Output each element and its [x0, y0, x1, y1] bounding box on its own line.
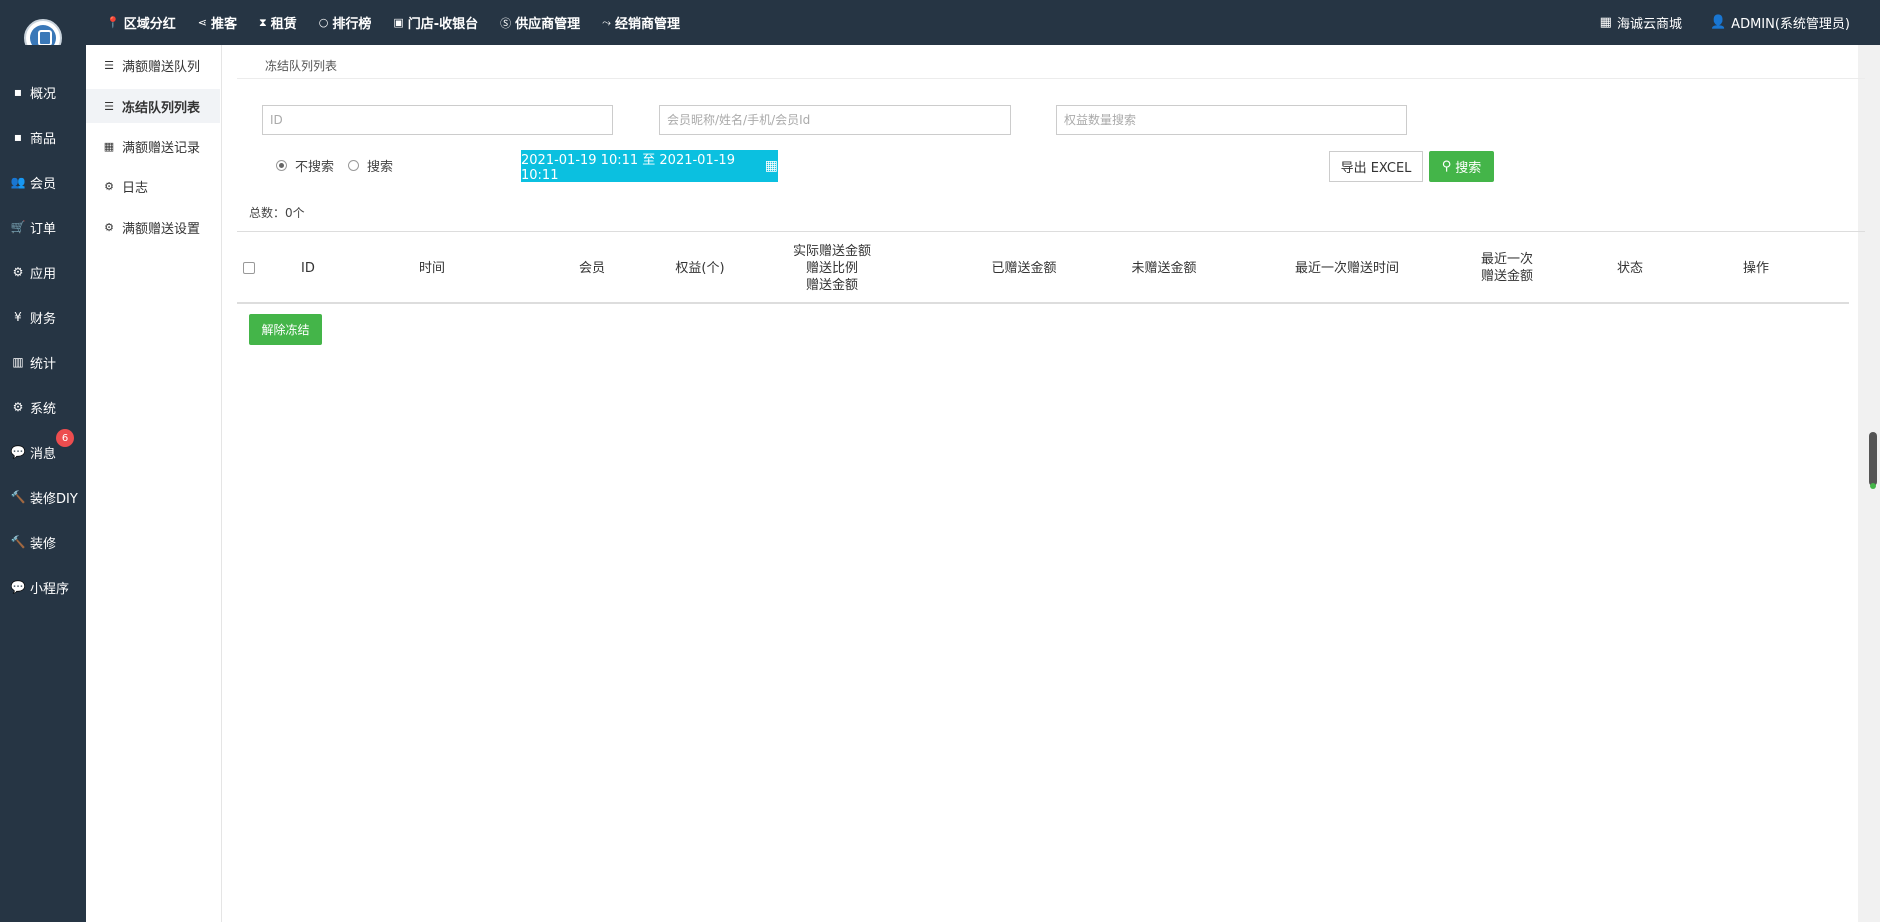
message-icon: 💬 [10, 445, 26, 459]
cashier-icon: ▣ [393, 16, 404, 29]
sidebar-item-stats[interactable]: ▥ 统计 [0, 347, 86, 377]
th-actions: 操作 [1742, 260, 1769, 276]
unfreeze-button[interactable]: 解除冻结 [249, 314, 322, 345]
divider [237, 78, 1865, 79]
radio-no-search-label: 不搜索 [295, 160, 335, 175]
th-ungifted-amount: 未赠送金额 [1131, 260, 1197, 276]
submenu-item-full-gift-queue[interactable]: ☰ 满额赠送队列 [86, 48, 220, 82]
topnav-item-3[interactable]: ○ 排行榜 [319, 13, 372, 32]
th-id: ID [301, 260, 315, 276]
sidebar-item-decor-diy[interactable]: 🔨 装修DIY [0, 482, 86, 512]
top-nav: 📍 区域分红 ⋖ 推客 ⧗ 租赁 ○ 排行榜 ▣ 门店-收银台 Ⓢ 供应商管理 ⤳ 经销商管理 [106, 0, 702, 45]
hammer-icon: 🔨 [10, 535, 26, 549]
th-member: 会员 [578, 260, 605, 276]
th-time: 时间 [418, 260, 445, 276]
main-content: 冻结队列列表 不搜索 搜索 2021-01-19 10:11 至 2021-01… [222, 45, 1865, 922]
sidebar-item-overview[interactable]: ▪ 概况 [0, 77, 86, 107]
dashboard-grid-icon: ▦ [1599, 15, 1612, 30]
sidebar-item-messages[interactable]: 💬 消息 6 [0, 429, 86, 467]
submenu-item-gift-settings[interactable]: ⚙ 满额赠送设置 [86, 210, 220, 244]
goods-icon: ▪ [13, 130, 23, 144]
sidebar-item-goods[interactable]: ▪ 商品 [0, 122, 86, 152]
topnav-item-2[interactable]: ⧗ 租赁 [258, 13, 297, 33]
pin-icon: 📍 [106, 16, 120, 29]
table-header: ID 时间 会员 权益(个) 实际赠送金额 赠送比例 赠送金额 已赠送金额 未赠… [237, 232, 1849, 304]
sidebar-item-finance[interactable]: ¥ 财务 [0, 302, 86, 332]
equity-search-input[interactable] [1056, 105, 1407, 135]
topnav-item-4[interactable]: ▣ 门店-收银台 [393, 13, 478, 32]
radio-no-search[interactable] [276, 160, 287, 171]
page-scrollbar[interactable] [1867, 45, 1880, 922]
skype-icon: Ⓢ [500, 16, 512, 30]
message-count-badge: 6 [56, 429, 74, 447]
sidebar-item-orders[interactable]: 🛒 订单 [0, 212, 86, 242]
database-icon: ☰ [104, 58, 114, 72]
top-navbar: 📍 区域分红 ⋖ 推客 ⧗ 租赁 ○ 排行榜 ▣ 门店-收银台 Ⓢ 供应商管理 ⤳ 经销商管理… [0, 0, 1880, 57]
submenu-item-gift-records[interactable]: ▦ 满额赠送记录 [86, 129, 220, 163]
cogs-icon: ⚙ [12, 400, 24, 414]
sidebar-item-apps[interactable]: ⚙ 应用 [0, 257, 86, 287]
apps-icon: ⚙ [12, 265, 24, 279]
main-sidebar: ▪ 概况 ▪ 商品 👥 会员 🛒 订单 ⚙ 应用 ¥ 财务 ▥ 统计 ⚙ 系统 💬 消息 6 🔨 装修… [0, 45, 86, 922]
chart-icon: ▥ [12, 355, 24, 369]
id-search-input[interactable] [262, 105, 613, 135]
sidebar-item-members[interactable]: 👥 会员 [0, 167, 86, 197]
submenu-item-log[interactable]: ⚙ 日志 [86, 169, 220, 203]
store-link[interactable]: ▦ 海诚云商城 [1600, 13, 1682, 32]
hammer-icon: 🔨 [10, 490, 26, 504]
cart-icon: 🛒 [10, 220, 26, 234]
sidebar-item-decor[interactable]: 🔨 装修 [0, 527, 86, 557]
top-right-menu: ▦ 海诚云商城 👤 ADMIN(系统管理员) [1572, 0, 1850, 45]
calendar-icon: ▦ [764, 158, 778, 174]
topnav-item-6[interactable]: ⤳ 经销商管理 [602, 13, 680, 33]
cogs-icon: ⚙ [104, 220, 114, 234]
breadcrumb: 冻结队列列表 [265, 59, 338, 73]
select-all-checkbox[interactable] [243, 262, 255, 274]
topnav-item-5[interactable]: Ⓢ 供应商管理 [500, 13, 580, 33]
cogs-icon: ⚙ [104, 179, 114, 193]
user-menu[interactable]: 👤 ADMIN(系统管理员) [1710, 13, 1850, 32]
th-gifted-amount: 已赠送金额 [991, 260, 1057, 276]
topnav-item-1[interactable]: ⋖ 推客 [198, 13, 237, 32]
th-status: 状态 [1616, 260, 1643, 276]
search-icon: ⚲ [1441, 159, 1452, 174]
th-equity: 权益(个) [675, 260, 725, 276]
search-button[interactable]: ⚲ 搜索 [1429, 151, 1494, 182]
scrollbar-indicator [1870, 483, 1876, 489]
scrollbar-thumb[interactable] [1869, 432, 1877, 486]
dashboard-icon: ▪ [13, 85, 23, 99]
export-excel-button[interactable]: 导出 EXCEL [1329, 151, 1423, 182]
database-icon: ☰ [104, 99, 114, 113]
th-last-gift-amount: 最近一次 赠送金额 [1480, 252, 1533, 284]
time-search-radio-group: 不搜索 搜索 [276, 156, 407, 175]
sidebar-item-system[interactable]: ⚙ 系统 [0, 392, 86, 422]
calendar-icon: ▦ [103, 139, 115, 153]
wechat-icon: 💬 [10, 580, 26, 594]
radio-search[interactable] [348, 160, 360, 171]
users-icon: 👥 [10, 175, 26, 189]
handshake-icon: ⤳ [602, 15, 611, 29]
sub-menu: ☰ 满额赠送队列 ☰ 冻结队列列表 ▦ 满额赠送记录 ⚙ 日志 ⚙ 满额赠送设置 [86, 45, 222, 922]
hourglass-icon: ⧗ [258, 15, 267, 29]
user-icon: 👤 [1709, 15, 1727, 30]
yen-icon: ¥ [14, 310, 22, 324]
total-count: 总数：0个 [249, 206, 305, 220]
select-all-cell [237, 232, 261, 304]
sidebar-item-miniprogram[interactable]: 💬 小程序 [0, 572, 86, 602]
date-range-picker[interactable]: 2021-01-19 10:11 至 2021-01-19 10:11 ▦ [521, 150, 778, 183]
submenu-item-frozen-queue[interactable]: ☰ 冻结队列列表 [86, 89, 220, 123]
share-icon: ⋖ [197, 16, 207, 29]
radio-search-label: 搜索 [367, 160, 394, 175]
member-search-input[interactable] [659, 105, 1011, 135]
th-last-gift-time: 最近一次赠送时间 [1294, 260, 1399, 276]
th-actual-gift-amount: 实际赠送金额 赠送比例 赠送金额 [792, 243, 871, 293]
topnav-item-0[interactable]: 📍 区域分红 [106, 13, 176, 32]
circle-icon: ○ [318, 16, 329, 29]
